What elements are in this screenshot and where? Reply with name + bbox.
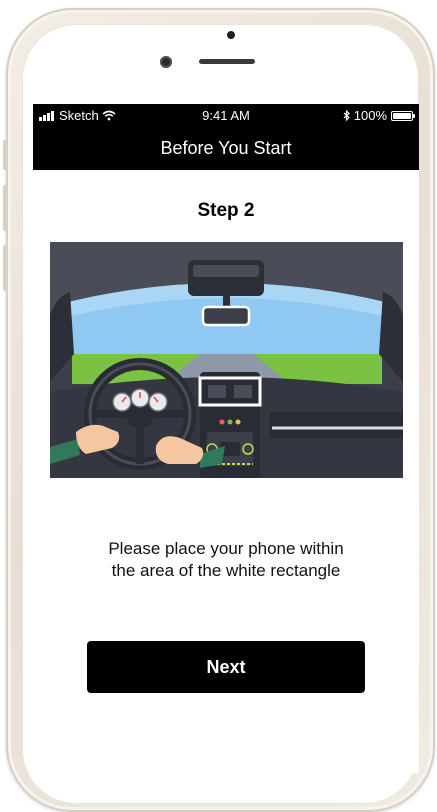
mute-switch [3, 140, 7, 170]
step-title: Step 2 [197, 200, 255, 221]
car-interior-illustration [50, 242, 403, 478]
volume-down-button [3, 245, 7, 291]
volume-up-button [3, 185, 7, 231]
instruction-text: Please place your phone within the area … [63, 538, 389, 582]
proximity-sensor [160, 56, 172, 68]
instruction-line-2: the area of the white rectangle [111, 561, 341, 580]
status-right: 100% [343, 108, 415, 123]
nav-bar: Before You Start [33, 126, 419, 170]
status-bar: Sketch 9:41 AM 100% [33, 104, 419, 126]
battery-percent: 100% [353, 108, 387, 123]
next-button[interactable]: Next [87, 641, 365, 693]
front-camera [227, 31, 235, 39]
bluetooth-icon [343, 110, 350, 121]
instruction-line-1: Please place your phone within [108, 539, 344, 558]
app-screen: Sketch 9:41 AM 100% Before You Start Ste… [33, 104, 419, 773]
earpiece-speaker [199, 59, 255, 64]
page-title: Before You Start [160, 138, 292, 158]
battery-icon [391, 110, 415, 121]
